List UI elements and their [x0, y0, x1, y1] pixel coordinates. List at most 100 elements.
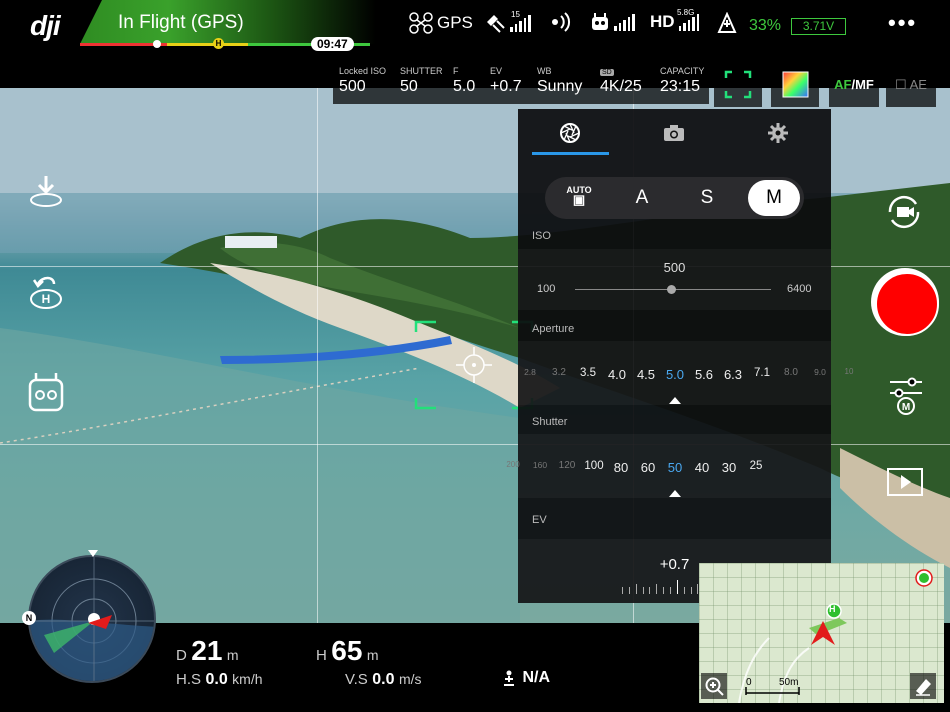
iso-section-title: ISO	[532, 230, 551, 242]
gps-status[interactable]: GPS	[409, 12, 473, 34]
sd-card-icon: SD	[600, 69, 614, 76]
attitude-radar[interactable]	[28, 555, 156, 683]
hs-label: H.S	[176, 671, 202, 688]
ev-setting[interactable]: EV +0.7	[490, 66, 522, 96]
svg-text:H: H	[42, 292, 51, 306]
satellite-signal[interactable]	[484, 12, 531, 34]
aperture-setting[interactable]: F 5.0	[453, 66, 475, 96]
scale-value[interactable]: 120	[552, 460, 582, 471]
aperture-marker	[669, 397, 681, 404]
iso-value: 500	[339, 78, 366, 95]
scale-value[interactable]: 3.5	[573, 367, 603, 379]
battery-status[interactable]	[716, 12, 738, 34]
takeoff-button[interactable]	[24, 170, 68, 214]
color-profile-button[interactable]	[771, 62, 819, 107]
tab-camera[interactable]	[622, 109, 726, 156]
scale-value[interactable]: 6.3	[718, 367, 748, 382]
more-dots-icon[interactable]: •••	[888, 10, 917, 36]
scale-value[interactable]: 40	[687, 460, 717, 475]
mode-auto[interactable]: AUTO ▣	[553, 177, 605, 219]
zoom-icon	[705, 677, 724, 696]
af-mf-toggle[interactable]: AF/MF	[829, 62, 879, 107]
scale-value[interactable]: 60	[633, 460, 663, 475]
scale-value[interactable]: 80	[606, 460, 636, 475]
iso-slider-area[interactable]	[518, 249, 831, 310]
resolution-setting[interactable]: SD 4K/25	[600, 66, 642, 96]
lock-icon: ☐	[895, 77, 907, 92]
scale-value[interactable]: 3.2	[544, 367, 574, 378]
scale-value[interactable]: 2.8	[515, 367, 545, 377]
scale-value[interactable]: 10	[834, 367, 864, 376]
scale-value[interactable]: 7.1	[747, 367, 777, 379]
ev-tick	[663, 587, 665, 594]
tab-settings[interactable]	[726, 109, 830, 156]
panel-tabs	[518, 109, 831, 156]
tab-exposure[interactable]	[518, 109, 622, 156]
iso-setting[interactable]: Locked ISO 500	[339, 66, 386, 96]
record-button[interactable]	[871, 268, 939, 336]
remote-signal[interactable]	[590, 12, 635, 32]
scale-value[interactable]: 100	[579, 460, 609, 472]
scale-value[interactable]: 9.0	[805, 367, 835, 377]
scale-value[interactable]: 4.0	[602, 367, 632, 382]
map-clear-button[interactable]	[910, 673, 936, 699]
hs-unit: km/h	[232, 671, 263, 687]
scale-value[interactable]: 50	[660, 460, 690, 475]
mode-shutter-priority[interactable]: S	[681, 177, 733, 219]
distance-unit: m	[226, 647, 239, 663]
gear-icon	[768, 122, 788, 143]
capacity-value: 23:15	[660, 78, 701, 95]
height-readout: H 65 m	[316, 635, 379, 667]
playback-button[interactable]	[884, 461, 928, 505]
wb-value: Sunny	[537, 78, 583, 95]
scale-value[interactable]: 25	[741, 460, 771, 472]
iso-max: 6400	[787, 283, 812, 295]
scale-value[interactable]: 200	[498, 460, 528, 469]
shutter-setting[interactable]: SHUTTER 50	[400, 66, 443, 96]
radar-heading-marker	[88, 550, 98, 557]
gps-label: GPS	[437, 13, 473, 32]
remote-signal-bars	[614, 13, 635, 31]
rc-signal[interactable]	[548, 12, 574, 32]
vs-value: 0.0	[372, 671, 395, 688]
vs-unit: m/s	[398, 671, 422, 687]
iso-label: Locked ISO	[339, 66, 387, 76]
aperture-section-title: Aperture	[532, 323, 575, 335]
remote-controller-icon	[592, 13, 608, 30]
flight-time: 09:47	[311, 37, 354, 51]
satellite-count: 15	[511, 10, 520, 19]
map-scale-zero: 0	[746, 677, 752, 688]
vs-label: V.S	[345, 671, 368, 688]
iso-slider-value: 500	[663, 260, 686, 275]
shutter-label: SHUTTER	[400, 66, 443, 76]
flight-status[interactable]: In Flight (GPS)	[118, 12, 244, 34]
scale-value[interactable]: 5.0	[660, 367, 690, 382]
camera-parameters-bar[interactable]: Locked ISO 500 SHUTTER 50 F 5.0 EV +0.7 …	[333, 62, 709, 104]
scale-value[interactable]: 5.6	[689, 367, 719, 382]
map-zoom-button[interactable]	[701, 673, 727, 699]
ev-label: EV	[490, 66, 503, 76]
map-home-marker: H	[829, 604, 836, 614]
active-tab-indicator	[532, 152, 609, 155]
scale-value[interactable]: 30	[714, 460, 744, 475]
return-home-button[interactable]: H	[24, 272, 68, 316]
scale-value[interactable]: 160	[525, 460, 555, 470]
ae-lock-button[interactable]: ☐ AE	[886, 62, 936, 107]
mini-map[interactable]: H 0 50m	[699, 563, 944, 703]
remote-controller-button[interactable]	[24, 370, 68, 414]
iso-slider-handle[interactable]	[667, 285, 676, 294]
scale-value[interactable]: 8.0	[776, 367, 806, 378]
focus-box[interactable]	[414, 320, 534, 410]
mode-aperture-priority[interactable]: A	[616, 177, 668, 219]
camera-settings-button[interactable]: M	[884, 374, 928, 418]
signal-waves-icon	[552, 12, 571, 32]
mode-manual[interactable]: M	[748, 180, 800, 216]
aperture-value: 5.0	[453, 78, 476, 95]
focus-mode-button[interactable]	[714, 62, 762, 107]
ev-tick	[683, 587, 685, 594]
scale-value[interactable]: 4.5	[631, 367, 661, 382]
wb-setting[interactable]: WB Sunny	[537, 66, 582, 96]
ev-tick	[649, 587, 651, 594]
camera-switch-button[interactable]	[882, 190, 926, 234]
play-icon	[887, 468, 923, 496]
